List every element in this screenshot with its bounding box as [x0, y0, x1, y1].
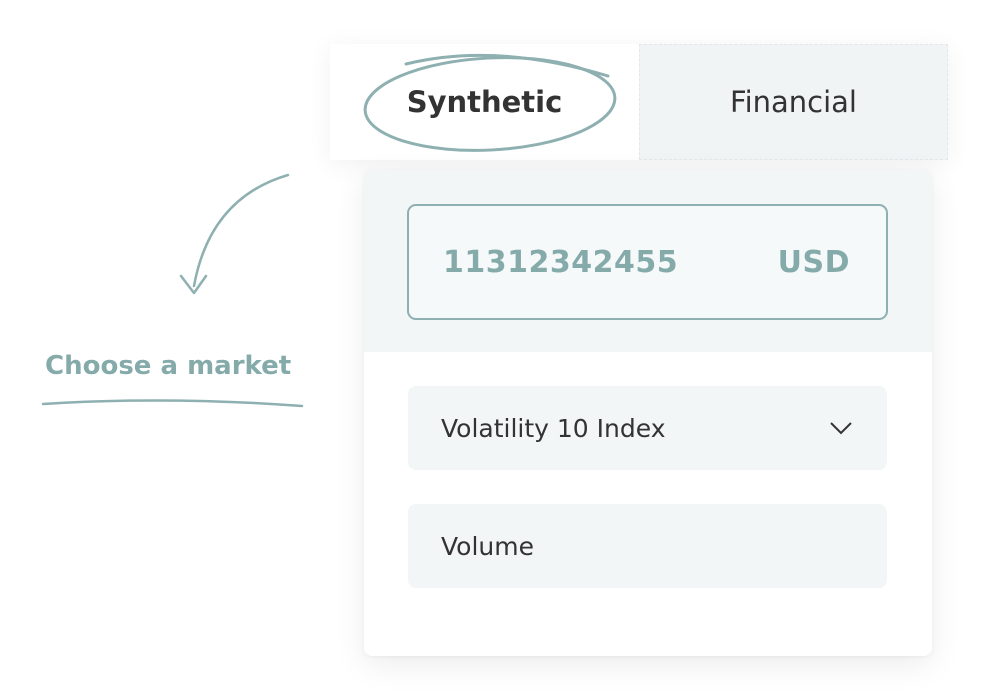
volume-field[interactable]: Volume	[408, 504, 887, 588]
tab-financial[interactable]: Financial	[639, 44, 948, 160]
chevron-down-icon	[830, 422, 852, 435]
choose-market-annotation: Choose a market	[45, 351, 292, 381]
annotation-underline	[41, 399, 304, 408]
currency-label: USD	[777, 244, 850, 280]
market-select[interactable]: Volatility 10 Index	[408, 386, 887, 470]
market-select-value: Volatility 10 Index	[441, 413, 666, 443]
balance-value: 11312342455	[443, 244, 679, 280]
page: Synthetic Financial 11312342455 USD Vola…	[0, 0, 992, 700]
market-type-tabs: Synthetic Financial	[330, 44, 948, 160]
curved-arrow-icon	[179, 173, 290, 295]
tab-synthetic-label: Synthetic	[406, 85, 563, 119]
volume-field-label: Volume	[441, 531, 534, 561]
trade-card: 11312342455 USD Volatility 10 Index Volu…	[364, 170, 932, 656]
balance-display: 11312342455 USD	[407, 204, 888, 320]
tab-synthetic[interactable]: Synthetic	[330, 44, 639, 160]
tab-financial-label: Financial	[730, 85, 857, 119]
